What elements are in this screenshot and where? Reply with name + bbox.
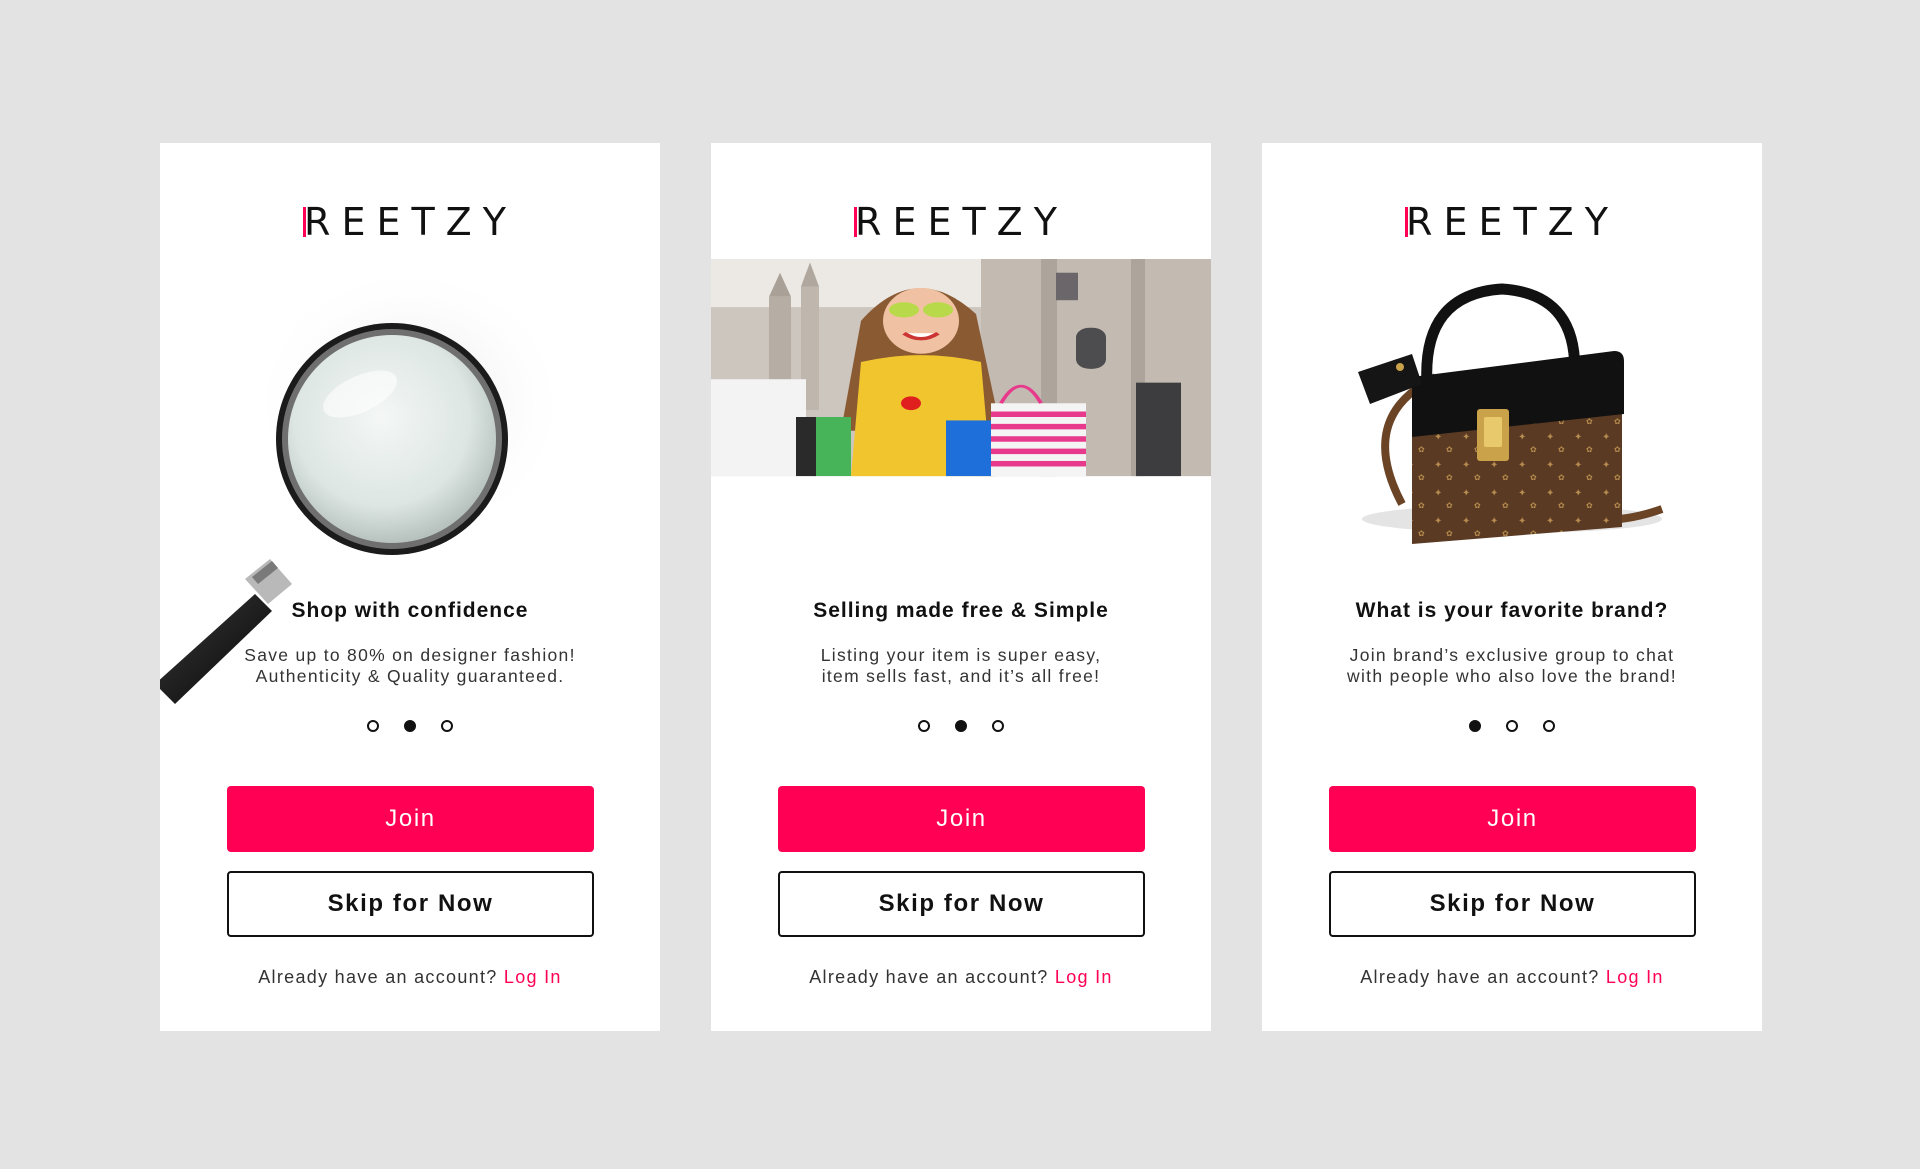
pagination-dots	[711, 720, 1211, 732]
logo-wordmark: REETZY	[1406, 200, 1619, 244]
woman-with-shopping-bags-image	[711, 259, 1211, 477]
reetzy-logo: REETZY	[711, 201, 1211, 243]
log-in-link[interactable]: Log In	[504, 967, 562, 987]
join-button[interactable]: Join	[227, 786, 594, 852]
logo-accent-bar	[303, 207, 307, 237]
page-dot-2-active[interactable]	[404, 720, 416, 732]
description-line: Authenticity & Quality guaranteed.	[255, 666, 565, 686]
login-prompt-text: Already have an account?	[258, 967, 498, 987]
join-button[interactable]: Join	[778, 786, 1145, 852]
page-dot-2[interactable]	[1506, 720, 1518, 732]
skip-for-now-button[interactable]: Skip for Now	[778, 871, 1145, 937]
onboarding-card-3: REETZY ✦ ✿ What is your favorite brand? …	[1262, 143, 1762, 1031]
page-dot-3[interactable]	[441, 720, 453, 732]
page-dot-1[interactable]	[918, 720, 930, 732]
logo-wordmark: REETZY	[855, 200, 1068, 244]
login-prompt: Already have an account? Log In	[711, 967, 1211, 988]
card-title: What is your favorite brand?	[1355, 599, 1669, 622]
login-prompt-text: Already have an account?	[809, 967, 1049, 987]
card-description: Join brand’s exclusive group to chat wit…	[1262, 645, 1762, 687]
logo-wordmark: REETZY	[304, 200, 517, 244]
card-description: Save up to 80% on designer fashion! Auth…	[160, 645, 660, 687]
page-dot-1[interactable]	[367, 720, 379, 732]
card-title: Selling made free & Simple	[813, 599, 1109, 622]
login-prompt: Already have an account? Log In	[160, 967, 660, 988]
pagination-dots	[160, 720, 660, 732]
join-button[interactable]: Join	[1329, 786, 1696, 852]
reetzy-logo: REETZY	[160, 201, 660, 243]
skip-for-now-button[interactable]: Skip for Now	[227, 871, 594, 937]
card-description: Listing your item is super easy, item se…	[711, 645, 1211, 687]
pagination-dots	[1262, 720, 1762, 732]
card-title: Shop with confidence	[291, 599, 529, 622]
login-prompt: Already have an account? Log In	[1262, 967, 1762, 988]
onboarding-card-1: REETZY Shop with confidence Save up to 8…	[160, 143, 660, 1031]
description-line: with people who also love the brand!	[1347, 666, 1677, 686]
page-dot-3[interactable]	[992, 720, 1004, 732]
page-dot-3[interactable]	[1543, 720, 1555, 732]
login-prompt-text: Already have an account?	[1360, 967, 1600, 987]
description-line: Listing your item is super easy,	[820, 645, 1102, 665]
reetzy-logo: REETZY	[1262, 201, 1762, 243]
logo-accent-bar	[1405, 207, 1409, 237]
logo-accent-bar	[854, 207, 858, 237]
description-line: item sells fast, and it’s all free!	[821, 666, 1101, 686]
description-line: Save up to 80% on designer fashion!	[244, 645, 576, 665]
description-line: Join brand’s exclusive group to chat	[1349, 645, 1675, 665]
page-dot-2-active[interactable]	[955, 720, 967, 732]
onboarding-card-2: REETZY Selling made free & Simple Listin…	[711, 143, 1211, 1031]
page-dot-1-active[interactable]	[1469, 720, 1481, 732]
log-in-link[interactable]: Log In	[1055, 967, 1113, 987]
log-in-link[interactable]: Log In	[1606, 967, 1664, 987]
skip-for-now-button[interactable]: Skip for Now	[1329, 871, 1696, 937]
